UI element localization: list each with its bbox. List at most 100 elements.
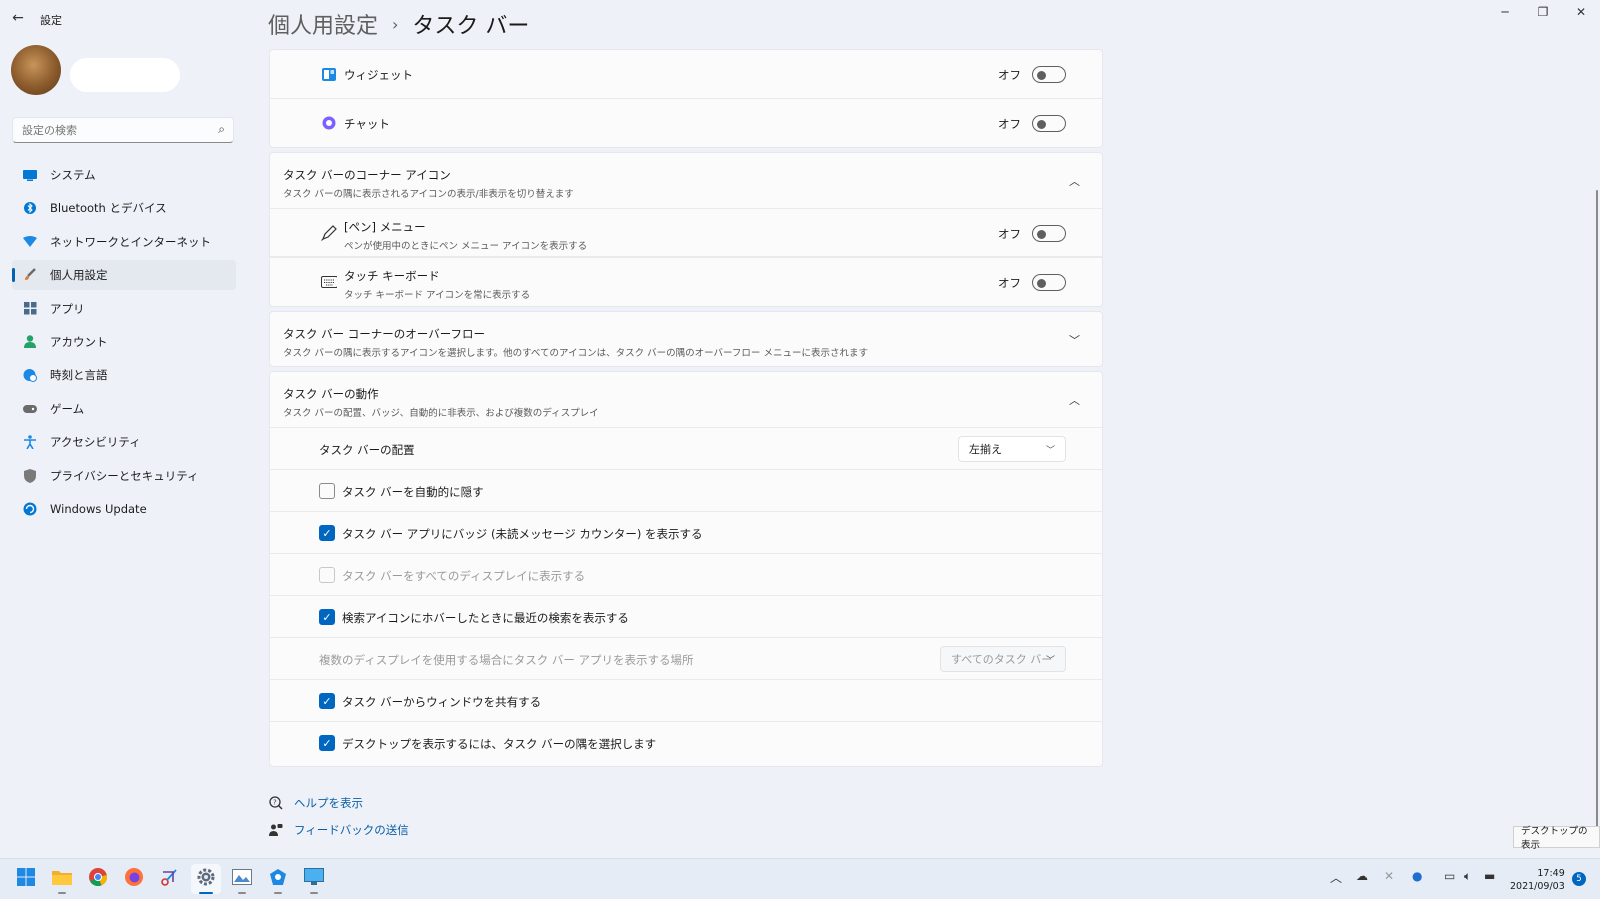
recent-searches-label: 検索アイコンにホバーしたときに最近の検索を表示する — [342, 611, 629, 625]
pen-menu-row: [ペン] メニュー ペンが使用中のときにペン メニュー アイコンを表示する オフ — [270, 208, 1102, 257]
sidebar-item-bluetooth[interactable]: Bluetooth とデバイス — [12, 193, 236, 223]
pen-menu-toggle[interactable] — [1032, 225, 1066, 242]
gamepad-icon — [22, 401, 38, 417]
touch-keyboard-state: オフ — [998, 275, 1021, 290]
sidebar-item-gaming[interactable]: ゲーム — [12, 394, 236, 424]
corner-overflow-panel[interactable]: タスク バー コーナーのオーバーフロー タスク バーの隅に表示するアイコンを選択… — [269, 311, 1103, 367]
multi-display-value: すべてのタスク バー — [951, 653, 1053, 666]
svg-text:?: ? — [273, 799, 277, 807]
taskbar-behaviors-subtitle: タスク バーの配置、バッジ、自動的に非表示、および複数のディスプレイ — [283, 408, 599, 419]
sidebar-item-windows-update[interactable]: Windows Update — [12, 494, 236, 524]
taskbar-chrome[interactable] — [83, 864, 113, 894]
breadcrumb-parent[interactable]: 個人用設定 — [268, 8, 378, 40]
arrow-left-icon: ← — [12, 10, 24, 26]
battery-icon[interactable]: ▬ — [1484, 869, 1495, 883]
update-icon — [22, 501, 38, 517]
recent-searches-checkbox[interactable]: ✓ — [319, 609, 335, 625]
chevron-up-icon[interactable]: ︿ — [1069, 392, 1080, 408]
page-title: タスク バー — [412, 14, 530, 39]
taskbar-remote-desktop[interactable] — [299, 864, 329, 894]
sidebar-item-label: 個人用設定 — [50, 268, 108, 283]
network-icon[interactable]: ▭ — [1444, 869, 1455, 883]
chat-toggle[interactable] — [1032, 115, 1066, 132]
touch-keyboard-toggle[interactable] — [1032, 274, 1066, 291]
show-desktop-row[interactable]: ✓ デスクトップを表示するには、タスク バーの隅を選択します — [270, 721, 1102, 763]
sidebar-item-time-language[interactable]: 時刻と言語 — [12, 360, 236, 390]
auto-hide-checkbox[interactable] — [319, 483, 335, 499]
widgets-toggle[interactable] — [1032, 66, 1066, 83]
chevron-down-icon[interactable]: ﹀ — [1069, 332, 1080, 348]
taskbar-file-explorer[interactable] — [47, 864, 77, 894]
taskbar-snipping-tool[interactable] — [155, 864, 185, 894]
minimize-icon: ─ — [1501, 5, 1509, 19]
brush-icon — [22, 267, 38, 283]
cloud-icon[interactable]: ☁ — [1356, 869, 1368, 883]
multi-display-label: 複数のディスプレイを使用する場合にタスク バー アプリを表示する場所 — [319, 653, 694, 667]
all-displays-label: タスク バーをすべてのディスプレイに表示する — [342, 569, 586, 583]
share-window-label: タスク バーからウィンドウを共有する — [342, 695, 542, 709]
badges-checkbox[interactable]: ✓ — [319, 525, 335, 541]
avatar[interactable] — [11, 45, 61, 95]
show-desktop-checkbox[interactable]: ✓ — [319, 735, 335, 751]
volume-icon[interactable]: 🔈︎ — [1464, 869, 1471, 884]
corner-icons-panel: タスク バーのコーナー アイコン タスク バーの隅に表示されるアイコンの表示/非… — [269, 152, 1103, 307]
widgets-state: オフ — [998, 67, 1021, 82]
sidebar-item-privacy[interactable]: プライバシーとセキュリティ — [12, 461, 236, 491]
sidebar-item-personalization[interactable]: 個人用設定 — [12, 260, 236, 291]
pen-menu-label: [ペン] メニュー — [344, 220, 426, 234]
restore-button[interactable]: ❐ — [1524, 0, 1562, 24]
share-window-checkbox[interactable]: ✓ — [319, 693, 335, 709]
share-window-row[interactable]: ✓ タスク バーからウィンドウを共有する — [270, 679, 1102, 721]
back-button[interactable]: ← — [8, 8, 28, 28]
widgets-icon — [321, 66, 337, 82]
sidebar-item-network[interactable]: ネットワークとインターネット — [12, 227, 236, 257]
clock[interactable]: 17:49 2021/09/03 — [1510, 867, 1565, 893]
notification-badge[interactable]: 5 — [1572, 872, 1586, 886]
search-icon[interactable]: ⌕ — [218, 122, 225, 137]
sidebar-item-apps[interactable]: アプリ — [12, 294, 236, 324]
checkmark-icon: ✓ — [322, 610, 332, 624]
onedrive-icon[interactable]: ● — [1412, 869, 1422, 883]
search-box[interactable]: ⌕ — [12, 117, 234, 143]
accessibility-icon — [22, 434, 38, 450]
taskbar: ︿ ☁ ✕ ● ▭ 🔈︎ ▬ 17:49 2021/09/03 5 — [0, 858, 1600, 899]
search-input[interactable] — [13, 118, 203, 142]
tool-icon[interactable]: ✕ — [1384, 869, 1394, 883]
feedback-link[interactable]: フィードバックの送信 — [268, 822, 409, 838]
chevron-up-icon[interactable]: ︿ — [1330, 869, 1342, 886]
sidebar-item-accessibility[interactable]: アクセシビリティ — [12, 427, 236, 457]
touch-keyboard-label: タッチ キーボード — [344, 269, 440, 283]
clock-time: 17:49 — [1537, 868, 1565, 879]
help-link[interactable]: ? ヘルプを表示 — [268, 795, 363, 811]
chevron-up-icon[interactable]: ︿ — [1069, 173, 1080, 189]
recent-searches-row[interactable]: ✓ 検索アイコンにホバーしたときに最近の検索を表示する — [270, 595, 1102, 637]
sidebar-item-system[interactable]: システム — [12, 160, 236, 190]
scrollbar[interactable] — [1596, 190, 1598, 845]
close-button[interactable]: ✕ — [1562, 0, 1600, 24]
help-link-text[interactable]: ヘルプを表示 — [294, 795, 363, 811]
all-displays-checkbox — [319, 567, 335, 583]
widgets-row: ウィジェット オフ — [270, 50, 1102, 99]
taskbar-alignment-dropdown[interactable]: 左揃え ﹀ — [958, 436, 1066, 462]
corner-icons-header[interactable]: タスク バーのコーナー アイコン タスク バーの隅に表示されるアイコンの表示/非… — [270, 153, 1102, 208]
minimize-button[interactable]: ─ — [1486, 0, 1524, 24]
taskbar-behaviors-header[interactable]: タスク バーの動作 タスク バーの配置、バッジ、自動的に非表示、および複数のディ… — [270, 372, 1102, 427]
taskbar-settings[interactable] — [191, 864, 221, 894]
sidebar-item-label: アカウント — [50, 334, 108, 349]
breadcrumb-separator: › — [392, 14, 399, 34]
taskbar-app-generic[interactable] — [263, 864, 293, 894]
shield-icon — [22, 468, 38, 484]
globe-clock-icon — [22, 367, 38, 383]
start-button[interactable] — [11, 864, 41, 894]
corner-overflow-subtitle: タスク バーの隅に表示するアイコンを選択します。他のすべてのアイコンは、タスク … — [283, 348, 868, 359]
pen-menu-subtitle: ペンが使用中のときにペン メニュー アイコンを表示する — [344, 241, 588, 252]
sidebar-item-accounts[interactable]: アカウント — [12, 327, 236, 357]
auto-hide-row[interactable]: タスク バーを自動的に隠す — [270, 469, 1102, 511]
badges-row[interactable]: ✓ タスク バー アプリにバッジ (未読メッセージ カウンター) を表示する — [270, 511, 1102, 553]
taskbar-behaviors-panel: タスク バーの動作 タスク バーの配置、バッジ、自動的に非表示、および複数のディ… — [269, 371, 1103, 767]
feedback-link-text[interactable]: フィードバックの送信 — [294, 822, 409, 838]
sidebar-item-label: アプリ — [50, 301, 85, 316]
taskbar-firefox[interactable] — [119, 864, 149, 894]
corner-overflow-header[interactable]: タスク バー コーナーのオーバーフロー タスク バーの隅に表示するアイコンを選択… — [270, 312, 1102, 367]
taskbar-photo-app[interactable] — [227, 864, 257, 894]
